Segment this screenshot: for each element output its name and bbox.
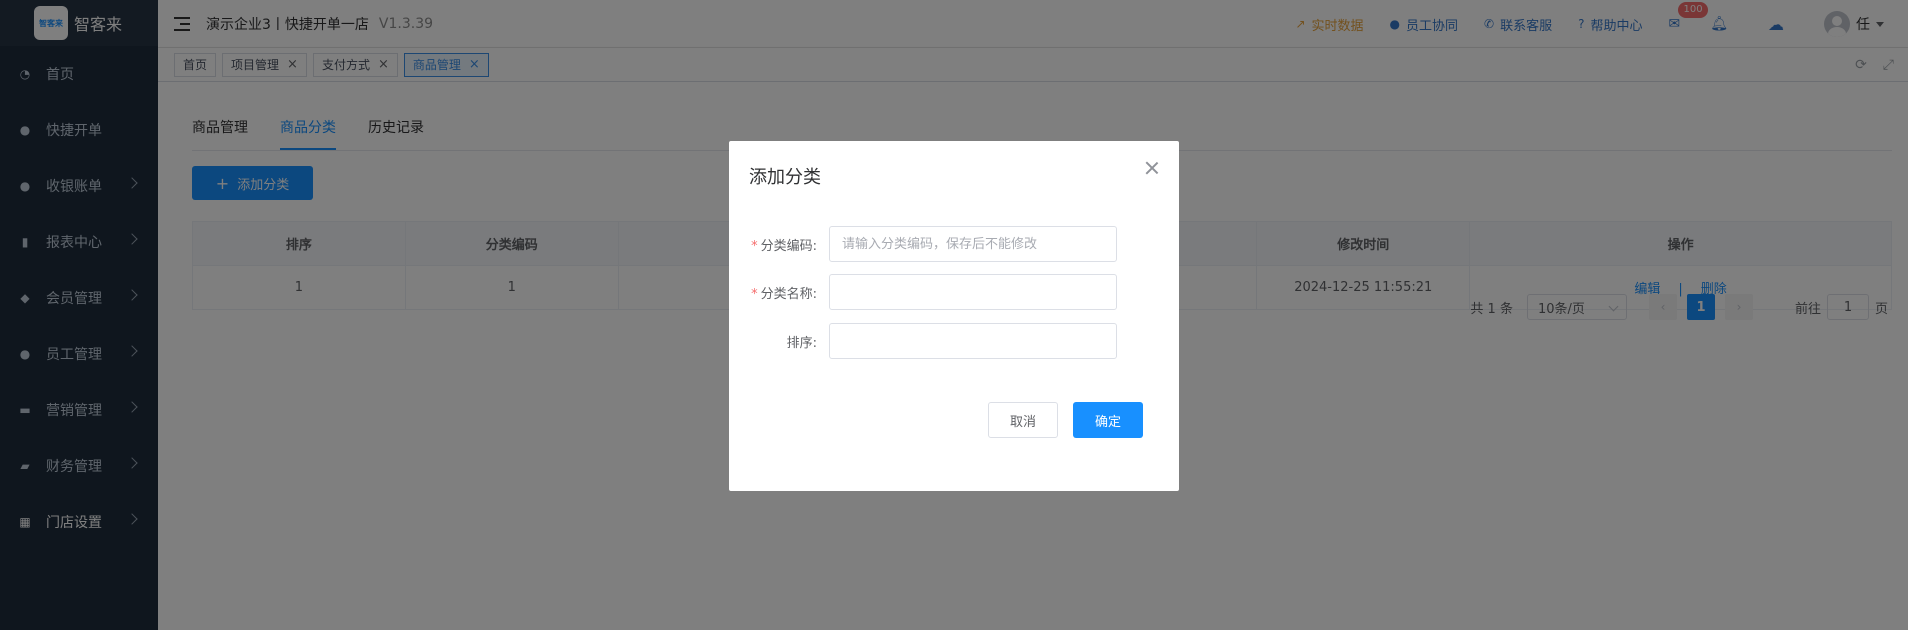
required-mark: * [751,286,758,302]
form-row-code: * 分类编码: [729,225,1179,263]
code-label: * 分类编码: [729,235,829,254]
name-label-text: 分类名称: [760,286,817,302]
sort-label-text: 排序: [786,335,817,351]
dialog-title: 添加分类 [749,167,821,188]
category-code-input[interactable] [829,226,1117,262]
required-mark: * [751,238,758,254]
sort-input[interactable] [829,323,1117,359]
form-row-sort: 排序: [729,322,1179,360]
sort-label: 排序: [729,332,829,351]
name-label: * 分类名称: [729,283,829,302]
code-label-text: 分类编码: [760,238,817,254]
cancel-button[interactable]: 取消 [988,402,1058,438]
form-row-name: * 分类名称: [729,273,1179,311]
add-category-dialog: 添加分类 *分类编码: *分类名称: 排序: 取消 确定 [729,141,1179,491]
close-icon[interactable] [1145,161,1159,175]
category-name-input[interactable] [829,274,1117,310]
confirm-button[interactable]: 确定 [1073,402,1143,438]
